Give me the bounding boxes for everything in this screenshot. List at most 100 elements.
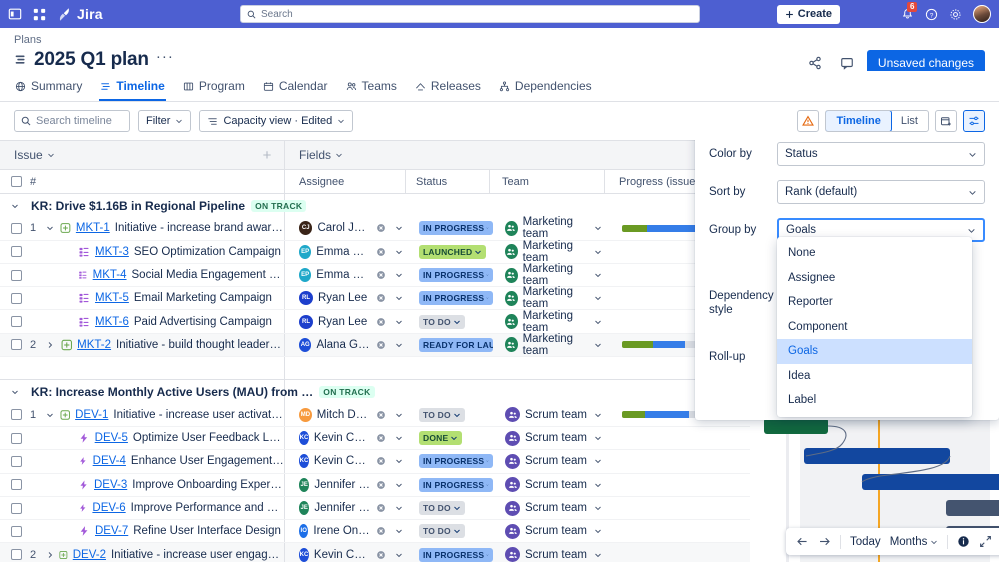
view-settings-icon[interactable] xyxy=(963,110,985,132)
assignee-cell[interactable]: JE Jennifer Evans xyxy=(285,477,409,492)
gear-icon[interactable] xyxy=(949,8,962,21)
assignee-cell[interactable]: KC Kevin Campbell xyxy=(285,547,409,562)
assignee-dropdown-icon[interactable] xyxy=(395,481,403,489)
row-checkbox[interactable] xyxy=(11,316,22,328)
status-cell[interactable]: TO DO xyxy=(409,501,493,515)
row-checkbox[interactable] xyxy=(11,525,22,537)
status-badge[interactable]: TO DO xyxy=(419,501,465,515)
clear-assignee-icon[interactable] xyxy=(376,503,386,513)
issue-key-link[interactable]: MKT-4 xyxy=(93,269,127,281)
assignee-cell[interactable]: KC Kevin Campbell xyxy=(285,454,409,469)
zoom-level-dropdown[interactable]: Months xyxy=(890,536,939,548)
assignee-cell[interactable]: CJ Carol Jang xyxy=(285,221,409,236)
add-column-button[interactable]: + xyxy=(258,146,276,164)
view-settings-dropdown[interactable]: Capacity view · Edited xyxy=(199,110,354,132)
issue-key-link[interactable]: MKT-6 xyxy=(95,316,129,328)
status-badge[interactable]: DONE xyxy=(419,431,463,446)
timeline-next-button[interactable] xyxy=(818,535,831,548)
issue-key-link[interactable]: MKT-2 xyxy=(77,339,111,351)
breadcrumb[interactable]: Plans xyxy=(14,34,985,46)
status-badge[interactable]: TO DO xyxy=(419,314,465,329)
clear-assignee-icon[interactable] xyxy=(376,456,386,466)
view-mode-list[interactable]: List xyxy=(891,111,928,131)
row-expand-caret[interactable] xyxy=(46,224,55,232)
team-cell[interactable]: Marketing team xyxy=(493,263,608,287)
team-dropdown-icon[interactable] xyxy=(594,434,602,442)
assignee-dropdown-icon[interactable] xyxy=(395,318,403,326)
status-badge[interactable]: IN PROGRESS xyxy=(419,268,493,283)
notifications-button[interactable]: 6 xyxy=(901,1,918,21)
team-cell[interactable]: Marketing team xyxy=(493,240,608,264)
group-by-option[interactable]: Idea xyxy=(777,364,972,389)
group-by-option[interactable]: Component xyxy=(777,315,972,340)
assignee-dropdown-icon[interactable] xyxy=(395,294,403,302)
global-search-input[interactable]: Search xyxy=(240,5,700,23)
goal-collapse-caret[interactable] xyxy=(11,388,19,396)
clear-assignee-icon[interactable] xyxy=(376,223,386,233)
issue-key-link[interactable]: DEV-4 xyxy=(93,455,126,467)
group-by-option[interactable]: None xyxy=(777,241,972,266)
user-avatar[interactable] xyxy=(973,5,991,23)
issue-key-link[interactable]: DEV-1 xyxy=(75,409,108,421)
row-checkbox[interactable] xyxy=(11,269,22,281)
tab-calendar[interactable]: Calendar xyxy=(262,76,329,101)
assignee-cell[interactable]: IO Irene Ongkowi… xyxy=(285,524,409,539)
warnings-button[interactable] xyxy=(797,110,820,132)
assignee-cell[interactable]: MD Mitch Davis xyxy=(285,407,409,422)
status-badge[interactable]: IN PROGRESS xyxy=(419,291,493,306)
team-cell[interactable]: Marketing team xyxy=(493,216,608,240)
status-cell[interactable]: IN PROGRESS xyxy=(409,268,493,283)
team-cell[interactable]: Scrum team xyxy=(493,430,608,446)
status-cell[interactable]: TO DO xyxy=(409,407,493,422)
status-badge[interactable]: READY FOR LAUNCH… xyxy=(419,337,493,352)
grid-apps-icon[interactable] xyxy=(33,8,46,21)
assignee-dropdown-icon[interactable] xyxy=(395,434,403,442)
issue-key-link[interactable]: DEV-7 xyxy=(95,525,128,537)
help-circle-icon[interactable]: ? xyxy=(925,8,938,21)
tab-dependencies[interactable]: Dependencies xyxy=(498,76,593,101)
timeline-bar-blue-2[interactable] xyxy=(862,474,999,490)
status-badge[interactable]: LAUNCHED xyxy=(419,244,487,259)
tab-timeline[interactable]: Timeline xyxy=(99,76,166,101)
group-by-option[interactable]: Assignee xyxy=(777,266,972,291)
tab-teams[interactable]: Teams xyxy=(345,76,398,101)
status-badge[interactable]: IN PROGRESS xyxy=(419,547,493,562)
issue-key-link[interactable]: MKT-3 xyxy=(95,246,129,258)
team-cell[interactable]: Marketing team xyxy=(493,310,608,334)
clear-assignee-icon[interactable] xyxy=(376,270,386,280)
group-by-option[interactable]: Label xyxy=(777,388,972,413)
group-by-option[interactable]: Project xyxy=(777,413,972,418)
group-by-option[interactable]: Reporter xyxy=(777,290,972,315)
assignee-dropdown-icon[interactable] xyxy=(395,527,403,535)
assignee-dropdown-icon[interactable] xyxy=(395,504,403,512)
tab-releases[interactable]: Releases xyxy=(414,76,482,101)
create-button[interactable]: Create xyxy=(776,4,840,24)
today-button[interactable]: Today xyxy=(850,536,881,548)
status-badge[interactable]: TO DO xyxy=(419,524,465,539)
row-checkbox[interactable] xyxy=(11,479,22,491)
clear-assignee-icon[interactable] xyxy=(376,550,386,560)
team-dropdown-icon[interactable] xyxy=(594,551,602,559)
team-dropdown-icon[interactable] xyxy=(594,527,602,535)
status-badge[interactable]: TO DO xyxy=(419,407,465,422)
status-cell[interactable]: TO DO xyxy=(409,314,493,329)
team-dropdown-icon[interactable] xyxy=(594,271,602,279)
row-checkbox[interactable] xyxy=(11,292,22,304)
team-dropdown-icon[interactable] xyxy=(594,341,602,349)
issue-key-link[interactable]: DEV-6 xyxy=(92,502,125,514)
assignee-cell[interactable]: AG Alana Grant xyxy=(285,337,409,352)
clear-assignee-icon[interactable] xyxy=(376,410,386,420)
clear-assignee-icon[interactable] xyxy=(376,247,386,257)
team-dropdown-icon[interactable] xyxy=(594,318,602,326)
group-by-option[interactable]: Goals xyxy=(777,339,972,364)
team-cell[interactable]: Scrum team xyxy=(493,453,608,469)
team-dropdown-icon[interactable] xyxy=(594,411,602,419)
assignee-cell[interactable]: KC Kevin Campbell xyxy=(285,431,409,446)
row-checkbox[interactable] xyxy=(11,222,22,234)
status-cell[interactable]: READY FOR LAUNCH… xyxy=(409,337,493,352)
status-cell[interactable]: IN PROGRESS xyxy=(409,291,493,306)
team-cell[interactable]: Scrum team xyxy=(493,477,608,493)
assignee-dropdown-icon[interactable] xyxy=(395,248,403,256)
clear-assignee-icon[interactable] xyxy=(376,433,386,443)
assignee-dropdown-icon[interactable] xyxy=(395,341,403,349)
